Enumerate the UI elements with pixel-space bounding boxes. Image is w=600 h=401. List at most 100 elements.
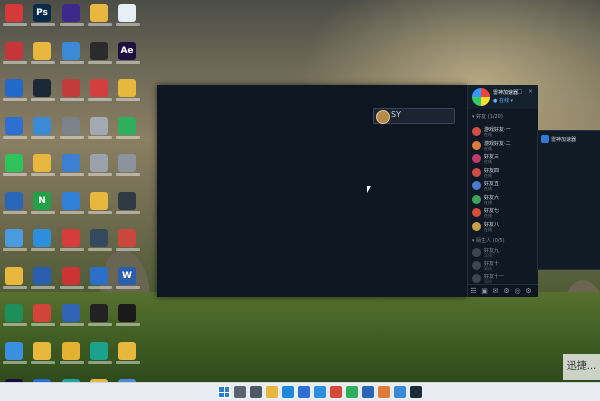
- file-explorer-icon[interactable]: [266, 386, 278, 398]
- app-taskbar-icon[interactable]: [346, 386, 358, 398]
- desktop-shortcut[interactable]: [88, 154, 114, 178]
- search-box[interactable]: SY: [373, 108, 455, 124]
- desktop-shortcut[interactable]: [88, 79, 114, 103]
- desktop-shortcut[interactable]: [60, 266, 86, 291]
- search-icon[interactable]: [234, 386, 246, 398]
- desktop-shortcut[interactable]: [60, 304, 86, 328]
- window-controls[interactable]: – □ ×: [507, 88, 535, 95]
- app-taskbar-icon[interactable]: [362, 386, 374, 398]
- friends-group-label[interactable]: ▾ 好友 (1/20): [472, 113, 534, 123]
- friends-panel[interactable]: 雷神加速器 ● 在线 ▾ – □ × ▾ 好友 (1/20) 游戏好友·一 在线游…: [467, 85, 538, 297]
- list-item[interactable]: 好友五 在线: [472, 180, 536, 192]
- list-item[interactable]: 好友四 在线: [472, 167, 536, 179]
- desktop-shortcut[interactable]: [3, 304, 29, 328]
- panel-footer-icon[interactable]: ⚙: [501, 285, 512, 297]
- app-logo-icon: [541, 135, 549, 143]
- list-item[interactable]: 好友八 在线: [472, 221, 536, 233]
- desktop-shortcut[interactable]: [31, 341, 57, 366]
- list-item[interactable]: 好友三 在线: [472, 153, 536, 165]
- desktop-shortcut[interactable]: [116, 229, 142, 253]
- desktop-shortcut[interactable]: [116, 116, 142, 141]
- desktop-shortcut[interactable]: [3, 4, 29, 28]
- game-window[interactable]: SY: [157, 85, 467, 297]
- list-item[interactable]: 游戏好友·一 在线: [472, 126, 536, 138]
- list-item[interactable]: 好友十 离线: [472, 260, 536, 272]
- desktop-shortcut[interactable]: [116, 304, 142, 328]
- desktop-shortcut[interactable]: [88, 191, 114, 216]
- list-item[interactable]: 好友七 在线: [472, 207, 536, 219]
- app-taskbar-icon[interactable]: [330, 386, 342, 398]
- desktop-shortcut[interactable]: [31, 116, 57, 141]
- start-button[interactable]: [218, 386, 230, 398]
- desktop-shortcut[interactable]: [31, 229, 57, 253]
- contact-status: 在线: [484, 226, 492, 232]
- desktop-shortcut[interactable]: [88, 266, 114, 291]
- desktop-shortcut[interactable]: [3, 79, 29, 103]
- desktop-shortcut[interactable]: [116, 79, 142, 103]
- desktop-shortcut[interactable]: [60, 154, 86, 178]
- desktop-shortcut[interactable]: [31, 304, 57, 328]
- avatar: [472, 154, 481, 163]
- desktop-shortcut[interactable]: [116, 4, 142, 28]
- panel-footer-icon[interactable]: ☰: [468, 285, 479, 297]
- shortcut-caption: [3, 323, 27, 326]
- list-item[interactable]: 好友九 离线: [472, 247, 536, 259]
- panel-footer-icon[interactable]: ◎: [512, 285, 523, 297]
- desktop-shortcut[interactable]: [116, 191, 142, 216]
- desktop-shortcut[interactable]: [31, 266, 57, 291]
- desktop-shortcut[interactable]: [3, 116, 29, 141]
- desktop-shortcut[interactable]: [31, 41, 57, 66]
- desktop-shortcut[interactable]: [60, 4, 86, 28]
- desktop-shortcut[interactable]: W: [116, 266, 142, 291]
- desktop-shortcut[interactable]: [3, 154, 29, 178]
- desktop-shortcut[interactable]: [88, 304, 114, 328]
- app-blue-icon: [33, 229, 51, 247]
- panel-footer-icon[interactable]: ⚙: [523, 285, 534, 297]
- desktop-shortcut[interactable]: [60, 341, 86, 366]
- desktop-shortcut[interactable]: [60, 79, 86, 103]
- desktop-shortcut[interactable]: [60, 229, 86, 253]
- desktop-shortcut[interactable]: [3, 341, 29, 366]
- app-taskbar-icon[interactable]: [394, 386, 406, 398]
- user-status[interactable]: ● 在线 ▾: [493, 97, 513, 104]
- desktop-shortcut[interactable]: [3, 191, 29, 216]
- list-item[interactable]: 游戏好友·二 在线: [472, 140, 536, 152]
- desktop-shortcut[interactable]: [31, 79, 57, 103]
- app-taskbar-icon[interactable]: [378, 386, 390, 398]
- panel-footer-icon[interactable]: ▣: [479, 285, 490, 297]
- desktop-shortcut[interactable]: [116, 154, 142, 178]
- desktop-shortcut[interactable]: Ae: [116, 41, 142, 66]
- app-dark-icon: [90, 229, 108, 247]
- desktop-shortcut[interactable]: [88, 341, 114, 366]
- desktop-shortcut[interactable]: [31, 154, 57, 178]
- desktop-shortcut[interactable]: [60, 116, 86, 141]
- desktop-shortcut[interactable]: [3, 266, 29, 291]
- list-item[interactable]: 好友六 在线: [472, 194, 536, 206]
- desktop-shortcut[interactable]: [116, 341, 142, 366]
- app-taskbar-icon[interactable]: [410, 386, 422, 398]
- task-view-icon[interactable]: [250, 386, 262, 398]
- strangers-group-label[interactable]: ▾ 陌生人 (0/5): [472, 237, 505, 244]
- edge-icon[interactable]: [282, 386, 294, 398]
- desktop-shortcut[interactable]: [88, 229, 114, 253]
- desktop-shortcut[interactable]: [60, 191, 86, 216]
- desktop-shortcut[interactable]: [3, 229, 29, 253]
- desktop-shortcut[interactable]: [88, 116, 114, 141]
- app-taskbar-icon[interactable]: [314, 386, 326, 398]
- panel-footer-icon[interactable]: ✉: [490, 285, 501, 297]
- avatar[interactable]: [472, 88, 490, 106]
- desktop-shortcut[interactable]: Ps: [31, 4, 57, 28]
- desktop-shortcut[interactable]: [3, 41, 29, 66]
- desktop-shortcut[interactable]: [60, 41, 86, 66]
- desktop-shortcut[interactable]: [88, 41, 114, 66]
- desktop-shortcut[interactable]: [88, 4, 114, 28]
- after-effects-icon: Ae: [118, 41, 136, 60]
- avatar: [472, 127, 481, 136]
- app-dark-icon: [118, 304, 136, 322]
- desktop-shortcut[interactable]: N: [31, 191, 57, 216]
- avatar: [472, 181, 481, 190]
- app-taskbar-icon[interactable]: [298, 386, 310, 398]
- secondary-window[interactable]: 雷神加速器: [537, 130, 600, 270]
- steam-icon: [33, 79, 51, 97]
- shortcut-caption: [88, 210, 112, 214]
